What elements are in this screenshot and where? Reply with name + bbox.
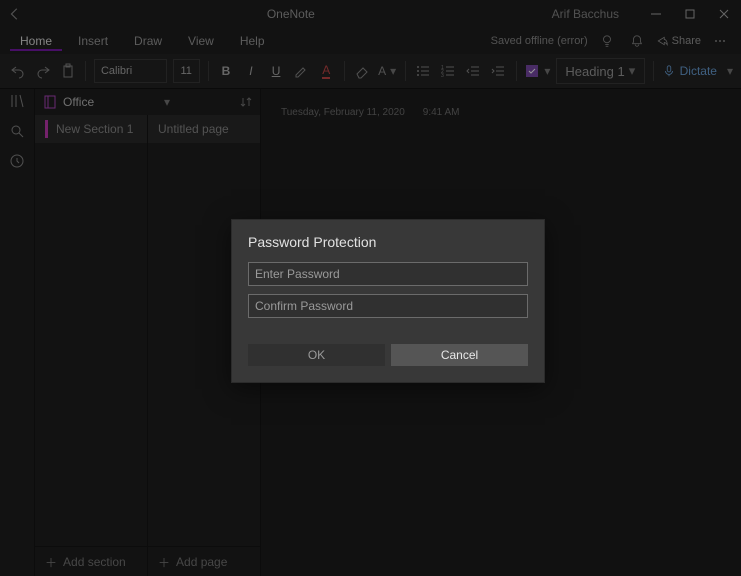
confirm-password-input[interactable] <box>248 294 528 318</box>
password-protection-dialog: Password Protection OK Cancel <box>231 219 545 383</box>
ok-label: OK <box>308 348 325 362</box>
cancel-button[interactable]: Cancel <box>391 344 528 366</box>
ok-button[interactable]: OK <box>248 344 385 366</box>
enter-password-input[interactable] <box>248 262 528 286</box>
dialog-title: Password Protection <box>248 234 528 250</box>
cancel-label: Cancel <box>441 348 478 362</box>
